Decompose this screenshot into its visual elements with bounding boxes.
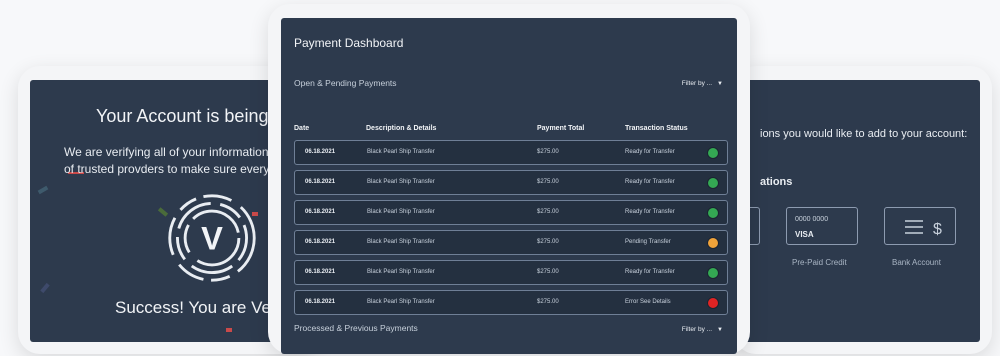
success-message: Success! You are Ver — [115, 298, 277, 317]
row-description: Black Pearl Ship Transfer — [367, 209, 435, 215]
processed-payments-heading: Processed & Previous Payments — [294, 323, 418, 333]
card-number: 0000 0000 — [795, 216, 829, 223]
header-total: Payment Total — [537, 125, 585, 132]
filter-label: Filter by ... — [681, 80, 713, 87]
row-total: $275.00 — [537, 209, 559, 215]
row-date: 06.18.2021 — [305, 179, 336, 185]
table-row[interactable]: 06.18.2021 Black Pearl Ship Transfer $27… — [294, 140, 728, 165]
right-tablet: ions you would like to add to your accou… — [734, 66, 992, 354]
page-title: Payment Dashboard — [294, 36, 404, 50]
row-date: 06.18.2021 — [305, 269, 336, 275]
open-payments-heading: Open & Pending Payments — [294, 78, 397, 88]
verification-message: We are verifying all of your information… — [64, 144, 269, 178]
header-date: Date — [294, 125, 310, 132]
verification-line: of trusted provders to make sure every — [64, 162, 270, 176]
row-description: Black Pearl Ship Transfer — [367, 239, 435, 245]
row-date: 06.18.2021 — [305, 299, 336, 305]
payment-options-heading: ations — [760, 176, 793, 188]
row-total: $275.00 — [537, 269, 559, 275]
prepaid-credit-option[interactable]: 0000 0000 VISA — [786, 207, 858, 245]
row-status: Pending Transfer — [625, 239, 671, 245]
status-indicator — [707, 207, 719, 219]
dollar-icon: $ — [933, 221, 942, 238]
filter-label: Filter by ... — [681, 326, 713, 333]
row-date: 06.18.2021 — [305, 149, 336, 155]
payment-dashboard-screen: Payment Dashboard Open & Pending Payment… — [281, 18, 737, 354]
bank-account-icon: $ — [905, 220, 942, 238]
row-description: Black Pearl Ship Transfer — [367, 269, 435, 275]
status-indicator — [707, 237, 719, 249]
verification-title: Your Account is being V — [96, 106, 286, 126]
row-total: $275.00 — [537, 179, 559, 185]
processed-payments-filter[interactable]: Filter by ... ▼ — [682, 326, 723, 333]
status-indicator — [707, 147, 719, 159]
row-date: 06.18.2021 — [305, 209, 336, 215]
table-row[interactable]: 06.18.2021 Black Pearl Ship Transfer $27… — [294, 200, 728, 225]
prepaid-credit-label: Pre-Paid Credit — [792, 258, 847, 267]
header-status: Transaction Status — [625, 125, 688, 132]
confetti — [37, 185, 49, 195]
table-row[interactable]: 06.18.2021 Black Pearl Ship Transfer $27… — [294, 230, 728, 255]
row-total: $275.00 — [537, 239, 559, 245]
chevron-down-icon: ▼ — [717, 80, 723, 87]
verified-logo-icon: V — [168, 194, 256, 282]
row-date: 06.18.2021 — [305, 239, 336, 245]
verification-line: We are verifying all of your information — [64, 145, 269, 159]
payment-options-screen: ions you would like to add to your accou… — [734, 80, 980, 342]
visa-brand: VISA — [795, 230, 814, 239]
table-row[interactable]: 06.18.2021 Black Pearl Ship Transfer $27… — [294, 290, 728, 315]
open-payments-filter[interactable]: Filter by ... ▼ — [682, 80, 723, 87]
confetti — [40, 282, 50, 294]
chevron-down-icon: ▼ — [717, 326, 723, 333]
row-status: Ready for Transfer — [625, 209, 675, 215]
status-indicator — [707, 297, 719, 309]
row-description: Black Pearl Ship Transfer — [367, 299, 435, 305]
row-description: Black Pearl Ship Transfer — [367, 179, 435, 185]
row-status: Ready for Transfer — [625, 179, 675, 185]
confetti — [226, 328, 232, 332]
status-indicator — [707, 267, 719, 279]
row-status: Ready for Transfer — [625, 269, 675, 275]
center-tablet: Payment Dashboard Open & Pending Payment… — [268, 4, 750, 354]
stage: Your Account is being V We are verifying… — [0, 0, 1000, 356]
table-header: Date Description & Details Payment Total… — [294, 125, 724, 137]
header-description: Description & Details — [366, 125, 437, 132]
logo-letter: V — [201, 220, 223, 257]
row-status: Error See Details — [625, 299, 671, 305]
bank-account-label: Bank Account — [892, 258, 941, 267]
payment-options-prompt: ions you would like to add to your accou… — [760, 128, 968, 140]
bank-account-option[interactable]: $ — [884, 207, 956, 245]
row-status: Ready for Transfer — [625, 149, 675, 155]
status-indicator — [707, 177, 719, 189]
row-total: $275.00 — [537, 149, 559, 155]
row-description: Black Pearl Ship Transfer — [367, 149, 435, 155]
row-total: $275.00 — [537, 299, 559, 305]
table-row[interactable]: 06.18.2021 Black Pearl Ship Transfer $27… — [294, 260, 728, 285]
table-row[interactable]: 06.18.2021 Black Pearl Ship Transfer $27… — [294, 170, 728, 195]
